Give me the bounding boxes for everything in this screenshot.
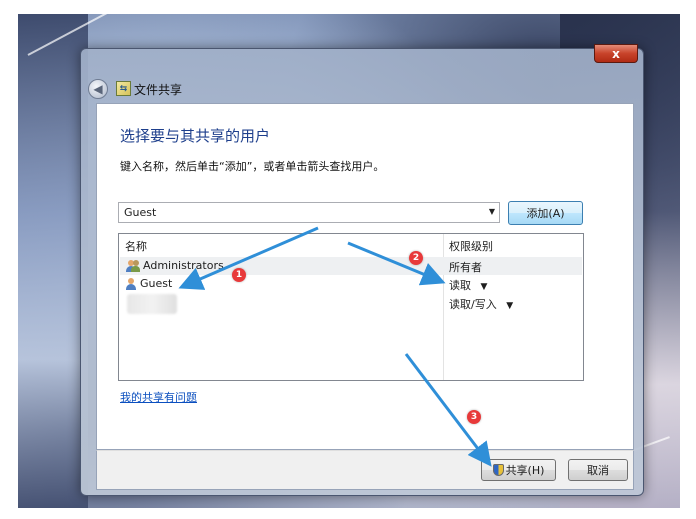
step-marker-1: 1 xyxy=(232,268,246,282)
table-row[interactable]: Administrators xyxy=(125,259,224,272)
table-row[interactable]: Guest xyxy=(125,277,172,290)
permission-dropdown[interactable]: 读取 ▼ xyxy=(449,277,487,293)
step-marker-2: 2 xyxy=(409,251,423,265)
permission-dropdown[interactable]: 读取/写入 ▼ xyxy=(449,296,513,312)
dialog-instruction: 键入名称，然后单击“添加”，或者单击箭头查找用户。 xyxy=(120,160,385,173)
close-icon: x xyxy=(612,46,620,61)
step-marker-3: 3 xyxy=(467,410,481,424)
close-button[interactable]: x xyxy=(594,44,638,63)
row-permission: 读取 xyxy=(449,279,471,292)
dialog-heading: 选择要与其共享的用户 xyxy=(120,127,271,145)
back-button[interactable]: ◀ xyxy=(88,79,108,99)
add-button[interactable]: 添加(A) xyxy=(508,201,583,225)
sharing-help-link[interactable]: 我的共享有问题 xyxy=(120,389,197,405)
user-permission-list: 名称 权限级别 Administrators 所有者 Guest 读取 ▼ 读取… xyxy=(118,233,584,381)
group-icon xyxy=(125,259,140,272)
blurred-user-name xyxy=(127,294,177,314)
cancel-button[interactable]: 取消 xyxy=(568,459,628,481)
row-user-name: Administrators xyxy=(143,259,224,272)
row-permission: 读取/写入 xyxy=(449,298,497,311)
chevron-down-icon: ▼ xyxy=(480,282,488,292)
share-button-label: 共享(H) xyxy=(505,464,545,477)
chevron-down-icon: ▼ xyxy=(506,301,514,311)
column-header-permission[interactable]: 权限级别 xyxy=(449,238,493,254)
window-title: 文件共享 xyxy=(134,83,183,97)
back-arrow-icon: ◀ xyxy=(93,82,103,96)
user-name-input[interactable]: Guest xyxy=(124,206,156,219)
column-divider xyxy=(443,234,444,380)
dropdown-arrow-icon[interactable]: ▼ xyxy=(489,207,495,216)
row-permission: 所有者 xyxy=(449,261,482,274)
user-icon xyxy=(125,277,137,290)
wallpaper-art-left xyxy=(18,14,88,508)
row-user-name: Guest xyxy=(140,277,173,290)
column-header-name[interactable]: 名称 xyxy=(125,238,147,254)
uac-shield-icon xyxy=(492,464,504,476)
share-button[interactable]: 共享(H) xyxy=(481,459,556,481)
file-sharing-icon: ⇆ xyxy=(116,81,131,96)
user-name-combobox[interactable]: Guest ▼ xyxy=(118,202,500,223)
